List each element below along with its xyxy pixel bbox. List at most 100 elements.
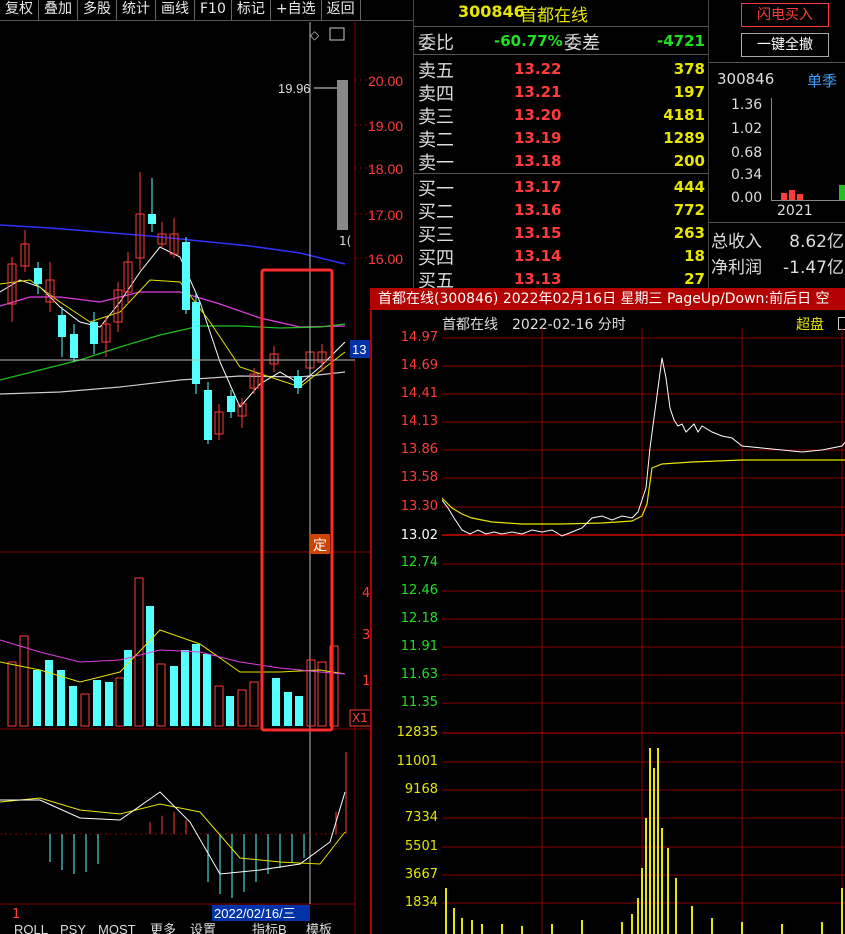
toolbar-f10-button[interactable]: F10 <box>195 0 232 20</box>
popup-vol-tick: 11001 <box>396 754 438 769</box>
intraday-price-line <box>442 357 845 537</box>
popup-price-tick: 12.74 <box>400 555 438 570</box>
toolbar-draw-button[interactable]: 画线 <box>156 0 195 20</box>
kline-chart[interactable]: 20.00 19.00 18.00 17.00 16.00 13 ◇ 19.96… <box>0 22 413 934</box>
stock-code: 300846 <box>458 2 525 21</box>
toolbar-mark-button[interactable]: 标记 <box>232 0 271 20</box>
bid-volume: 27 <box>684 270 705 288</box>
net-profit-label: 净利润 <box>711 258 762 278</box>
bid-volume: 18 <box>684 247 705 265</box>
tab-psy[interactable]: PSY <box>60 922 86 934</box>
ding-marker-label: 定 <box>313 538 327 554</box>
ask-price: 13.18 <box>514 152 562 170</box>
ma-blue-line <box>0 224 346 265</box>
ask-price: 13.19 <box>514 129 562 147</box>
intraday-chart[interactable] <box>442 328 845 934</box>
toolbar-stats-button[interactable]: 统计 <box>117 0 156 20</box>
metrics-divider <box>709 222 845 223</box>
ma-white-line <box>0 371 346 395</box>
ask-bid-divider <box>414 173 709 174</box>
popup-vol-tick: 9168 <box>404 782 438 797</box>
price-scrollbar[interactable] <box>337 80 348 230</box>
popup-vol-tick: 7334 <box>404 810 438 825</box>
popup-price-tick: 11.63 <box>400 667 438 682</box>
finance-bar <box>839 185 845 200</box>
popup-price-tick: 13.02 <box>400 528 438 543</box>
finance-ytick: 0.00 <box>731 190 763 206</box>
volume-bars <box>7 577 339 727</box>
candle <box>34 268 42 284</box>
tab-settings[interactable]: 设置 <box>190 922 216 934</box>
toolbar-fuquan-button[interactable]: 复权 <box>0 0 39 20</box>
revenue-label: 总收入 <box>711 232 762 252</box>
bid-row-1[interactable]: 买一 13.17 444 <box>414 175 709 200</box>
flash-buy-button[interactable]: 闪电买入 <box>741 3 829 27</box>
popup-price-tick: 12.18 <box>400 611 438 626</box>
ask-row-4[interactable]: 卖四 13.21 197 <box>414 80 709 105</box>
button-divider <box>709 62 845 63</box>
toolbar-back-button[interactable]: 返回 <box>322 0 361 20</box>
weicha-value: -4721 <box>657 32 705 50</box>
candlesticks <box>7 172 327 444</box>
ask-price: 13.22 <box>514 60 562 78</box>
toolbar-multistock-button[interactable]: 多股 <box>78 0 117 20</box>
bid-row-4[interactable]: 买四 13.14 18 <box>414 244 709 269</box>
candle <box>70 334 78 358</box>
price-tick-16: 16.00 <box>368 251 403 267</box>
candle <box>90 322 98 344</box>
high-price-label: 19.96 <box>278 81 311 96</box>
toolbar-overlay-button[interactable]: 叠加 <box>39 0 78 20</box>
cancel-all-button[interactable]: 一键全撤 <box>741 33 829 57</box>
diamond-icon[interactable]: ◇ <box>310 28 320 42</box>
order-book-panel: 300846 首都在线 委比 -60.77% 委差 -4721 卖五 13.22… <box>413 0 709 292</box>
macd-dea-line <box>0 797 346 865</box>
popup-price-tick: 12.46 <box>400 583 438 598</box>
bid-price: 13.13 <box>514 270 562 288</box>
price-tick-20: 20.00 <box>368 73 403 89</box>
popup-price-tick: 13.86 <box>400 442 438 457</box>
bid-row-3[interactable]: 买三 13.15 263 <box>414 221 709 246</box>
ask-row-1[interactable]: 卖一 13.18 200 <box>414 149 709 174</box>
panel-toggle-icon[interactable] <box>329 27 345 41</box>
scroll-edge-label: 1( <box>339 234 351 248</box>
finance-ytick: 0.68 <box>731 145 763 161</box>
ma-magenta-line <box>0 291 346 328</box>
tab-template[interactable]: 模板 <box>306 922 332 934</box>
weibi-label: 委比 <box>418 33 454 54</box>
candle <box>227 396 235 412</box>
ask-volume: 378 <box>673 60 705 78</box>
toolbar-add-watchlist-button[interactable]: +自选 <box>271 0 322 20</box>
popup-vol-tick: 3667 <box>404 867 438 882</box>
tab-indicator-b[interactable]: 指标B <box>252 922 287 934</box>
ask-volume: 197 <box>673 83 705 101</box>
weibi-divider <box>414 54 709 55</box>
date-label: 2022/02/16/三 <box>214 906 296 921</box>
bid-volume: 772 <box>673 201 705 219</box>
ask-row-2[interactable]: 卖二 13.19 1289 <box>414 126 709 151</box>
single-quarter-tab[interactable]: 单季 <box>807 70 837 91</box>
macd-bars <box>49 752 347 898</box>
popup-price-tick: 11.91 <box>400 639 438 654</box>
tab-most[interactable]: MOST <box>98 922 136 934</box>
stock-name: 首都在线 <box>520 6 588 26</box>
tab-more[interactable]: 更多 <box>150 922 176 934</box>
ask-price: 13.21 <box>514 83 562 101</box>
candle <box>182 242 190 310</box>
ma10-line <box>0 279 346 388</box>
weibi-value: -60.77% <box>494 32 563 50</box>
popup-price-tick: 14.13 <box>400 414 438 429</box>
popup-title-bar[interactable]: 首都在线(300846) 2022年02月16日 星期三 PageUp/Down… <box>372 288 845 310</box>
finance-side-panel: 闪电买入 一键全撤 300846 单季 1.36 1.02 0.68 0.34 … <box>708 0 845 290</box>
ask-row-3[interactable]: 卖三 13.20 4181 <box>414 103 709 128</box>
popup-vol-tick: 1834 <box>404 895 438 910</box>
candle <box>148 214 156 224</box>
candle <box>192 302 200 384</box>
bid-price: 13.17 <box>514 178 562 196</box>
ask-row-5[interactable]: 卖五 13.22 378 <box>414 57 709 82</box>
bid-row-2[interactable]: 买二 13.16 772 <box>414 198 709 223</box>
intraday-popup[interactable]: 首都在线(300846) 2022年02月16日 星期三 PageUp/Down… <box>370 288 845 934</box>
tab-roll[interactable]: ROLL <box>14 922 48 934</box>
ask-price: 13.20 <box>514 106 562 124</box>
bid-row-5[interactable]: 买五 13.13 27 <box>414 267 709 292</box>
popup-price-tick: 11.35 <box>400 695 438 710</box>
